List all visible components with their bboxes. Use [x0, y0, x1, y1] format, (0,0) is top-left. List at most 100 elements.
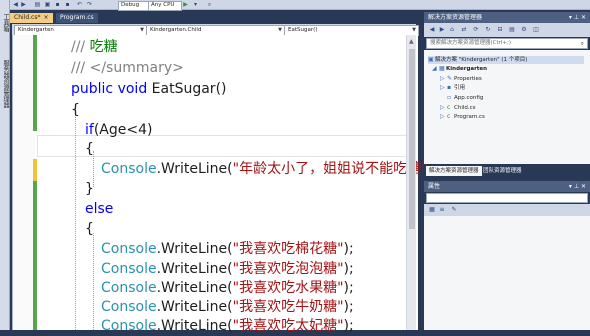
- tab-child-cs[interactable]: Child.cs* ×: [10, 13, 53, 23]
- scrollbar-thumb[interactable]: [409, 49, 415, 229]
- solution-tree: ▣解决方案 "Kindergarten" (1 个项目) ◢ ▦Kindergar…: [424, 50, 590, 164]
- scroll-up-icon[interactable]: ▲: [409, 38, 414, 45]
- config-dropdown[interactable]: Debug: [118, 1, 150, 11]
- solution-explorer-toolbar: ◀ ▶ ⌂ ⇄ ⟳ ↻ ⊟ ▤ ⚙ ◫: [424, 23, 590, 37]
- platform-dropdown[interactable]: Any CPU: [148, 1, 182, 11]
- member-label: EatSugar(): [288, 27, 318, 33]
- editor-vertical-scrollbar[interactable]: ▲: [406, 35, 416, 330]
- open-icon[interactable]: ▣: [44, 1, 51, 8]
- csharp-file-icon: c: [447, 113, 451, 120]
- code-line-15: Console.WriteLine("我喜欢吃太妃糖");: [101, 318, 354, 334]
- code-line-12: Console.WriteLine("我喜欢吃泡泡糖");: [101, 261, 354, 277]
- properties-title-text: 属性: [428, 183, 441, 190]
- code-line-10: {: [85, 221, 94, 237]
- save-all-icon[interactable]: ▪: [64, 1, 71, 8]
- back-icon[interactable]: ◀: [12, 1, 19, 8]
- pending-changes-icon[interactable]: ⟳: [472, 26, 480, 34]
- forward-icon[interactable]: ▶: [20, 1, 27, 8]
- close-icon[interactable]: ×: [43, 14, 48, 21]
- save-icon[interactable]: ▪: [54, 1, 61, 8]
- pin-icon[interactable]: ▾ ⊥ ✕: [569, 12, 586, 23]
- search-icon[interactable]: ⌕: [581, 39, 584, 48]
- tree-node-program-cs[interactable]: ▷ c Program.cs: [440, 113, 485, 121]
- solution-explorer-title-text: 解决方案资源管理器: [428, 14, 483, 21]
- expand-icon[interactable]: ▷: [440, 113, 447, 121]
- tree-node-solution[interactable]: ▣解决方案 "Kindergarten" (1 个项目): [428, 56, 584, 64]
- refresh-icon[interactable]: ↻: [484, 26, 492, 34]
- csharp-file-icon: c: [447, 104, 451, 111]
- chevron-down-icon: ▼: [412, 27, 416, 33]
- wrench-icon: ✎: [447, 75, 453, 82]
- expand-icon[interactable]: ▷: [440, 75, 447, 83]
- tree-node-references[interactable]: ▷ ▪ 引用: [440, 84, 465, 92]
- main-toolbar: ◀ ▶ ▤ ▣ ▪ ▪ ↶ ↷ Debug Any CPU ▶ ▾ ⌕: [10, 0, 590, 11]
- code-line-5: if(Age<4): [85, 122, 153, 138]
- server-explorer-tab[interactable]: 服务器资源管理器: [1, 60, 9, 108]
- project-label: Kindergarten: [18, 27, 54, 33]
- tab-solution-explorer[interactable]: 解决方案资源管理器: [426, 166, 482, 176]
- sync-icon[interactable]: ⇄: [460, 26, 468, 34]
- show-all-files-icon[interactable]: ▤: [508, 26, 516, 34]
- forward-icon[interactable]: ▶: [438, 26, 446, 34]
- chevron-down-icon: ▼: [140, 27, 144, 33]
- toolbox-tab[interactable]: 工具箱: [1, 14, 9, 32]
- redo-icon[interactable]: ↷: [86, 1, 93, 8]
- editor-gutter: [13, 35, 35, 330]
- tree-node-project[interactable]: ◢ ▦Kindergarten: [432, 65, 487, 73]
- code-line-3: public void EatSugar(): [71, 81, 227, 97]
- expand-icon[interactable]: ▷: [440, 84, 447, 92]
- categorized-icon[interactable]: ▦: [428, 206, 436, 214]
- pin-icon[interactable]: ▾ ⊥ ✕: [569, 181, 586, 192]
- left-tool-strip: 工具箱 服务器资源管理器: [0, 0, 10, 330]
- code-line-11: Console.WriteLine("我喜欢吃棉花糖");: [101, 241, 354, 257]
- preview-icon[interactable]: ◫: [532, 26, 540, 34]
- explorer-tabs: 解决方案资源管理器 团队资源管理器: [424, 165, 590, 177]
- code-line-8: }: [85, 181, 94, 197]
- expand-icon[interactable]: ▷: [440, 104, 447, 112]
- code-line-14: Console.WriteLine("我喜欢吃牛奶糖");: [101, 299, 354, 315]
- document-tabs: Child.cs* × Program.cs: [10, 12, 416, 23]
- home-icon[interactable]: ⌂: [448, 26, 456, 34]
- change-tracking-bar: [33, 35, 37, 330]
- csharp-project-icon: ▦: [439, 65, 445, 72]
- code-line-9: else: [85, 201, 114, 217]
- tab-program-cs[interactable]: Program.cs: [56, 13, 98, 23]
- navigation-bar: Kindergarten ▼ Kindergarten.Child ▼ EatS…: [12, 24, 419, 36]
- code-line-1: /// 吃糖: [71, 39, 118, 55]
- indent-guide: [75, 109, 76, 330]
- find-icon[interactable]: ⌕: [206, 1, 213, 8]
- properties-icon[interactable]: ⚙: [520, 26, 528, 34]
- search-placeholder: 搜索解决方案资源管理器(Ctrl+;): [430, 40, 512, 46]
- undo-icon[interactable]: ↶: [76, 1, 83, 8]
- back-icon[interactable]: ◀: [428, 26, 436, 34]
- tab-team-explorer[interactable]: 团队资源管理器: [480, 166, 525, 176]
- alphabetical-icon[interactable]: ≡: [438, 206, 446, 214]
- new-icon[interactable]: ▤: [34, 1, 41, 8]
- property-pages-icon[interactable]: ✎: [450, 206, 458, 214]
- properties-object-dropdown[interactable]: [426, 193, 588, 203]
- attach-icon[interactable]: ▾: [192, 1, 199, 8]
- solution-search-input[interactable]: 搜索解决方案资源管理器(Ctrl+;) ⌕: [426, 38, 588, 49]
- properties-grid: [424, 216, 590, 330]
- start-icon[interactable]: ▶: [182, 1, 189, 8]
- type-label: Kindergarten.Child: [150, 27, 202, 33]
- code-line-4: {: [71, 102, 80, 118]
- tree-node-child-cs[interactable]: ▷ c Child.cs: [440, 104, 476, 112]
- collapse-all-icon[interactable]: ⊟: [496, 26, 504, 34]
- expand-icon[interactable]: ◢: [432, 65, 439, 73]
- code-editor[interactable]: /// 吃糖 /// </summary> public void EatSug…: [12, 35, 438, 334]
- tab-label: Child.cs*: [14, 14, 41, 21]
- references-icon: ▪: [447, 84, 452, 91]
- code-line-13: Console.WriteLine("我喜欢吃水果糖");: [101, 280, 354, 296]
- tree-node-properties[interactable]: ▷ ✎ Properties: [440, 75, 482, 83]
- code-line-2: /// </summary>: [71, 60, 184, 76]
- properties-toolbar: ▦ ≡ ✎: [424, 204, 590, 216]
- tab-label: Program.cs: [60, 14, 94, 21]
- config-file-icon: ▫: [447, 94, 452, 101]
- code-line-6: {: [85, 141, 94, 157]
- tree-node-app-config[interactable]: ▫ App.config: [447, 94, 483, 102]
- code-line-7: Console.WriteLine("年龄太小了，姐姐说不能吃糖");: [101, 161, 438, 177]
- indent-guide: [93, 233, 94, 330]
- properties-title: 属性 ▾ ⊥ ✕: [424, 181, 590, 192]
- solution-explorer-title: 解决方案资源管理器 ▾ ⊥ ✕: [424, 12, 590, 23]
